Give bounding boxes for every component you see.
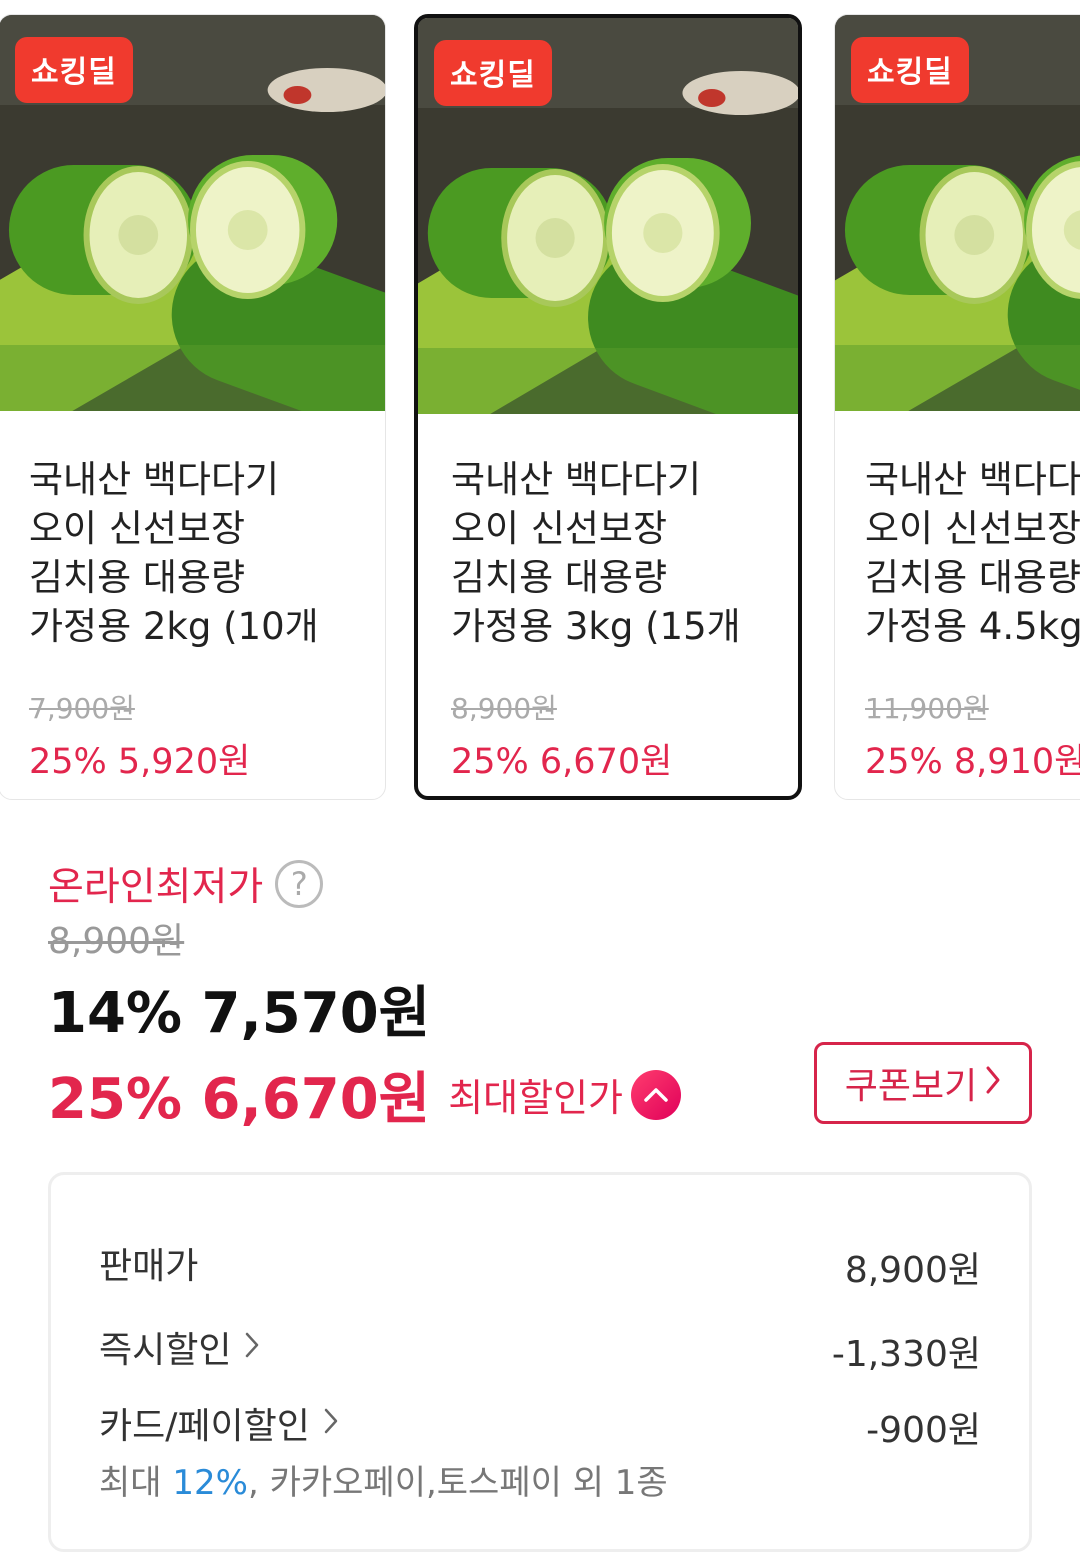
sale-price: 25% 5,920원 xyxy=(29,742,251,782)
instant-discount-value: -1,330원 xyxy=(831,1334,981,1375)
product-card-4-5kg[interactable]: 쇼킹딜 국내산 백다다기 오이 신선보장 김치용 대용량 가정용 4.5kg 1… xyxy=(834,14,1080,800)
original-price: 8,900원 xyxy=(48,921,185,962)
online-lowest-price-label: 온라인최저가 ? xyxy=(48,856,324,912)
product-card-3kg[interactable]: 쇼킹딜 국내산 백다다기 오이 신선보장 김치용 대용량 가정용 3kg (15… xyxy=(414,14,802,800)
card-discount-row[interactable]: 카드/페이할인 xyxy=(99,1397,338,1449)
product-title: 국내산 백다다기 오이 신선보장 김치용 대용량 가정용 4.5kg xyxy=(865,458,1080,648)
lowest-label-text: 온라인최저가 xyxy=(48,865,264,910)
max-discount-value: 25% 6,670원 xyxy=(48,1067,431,1132)
max-discount-price: 25% 6,670원 최대할인가 xyxy=(48,1054,682,1135)
card-discount-value: -900원 xyxy=(866,1410,981,1451)
product-title: 국내산 백다다기 오이 신선보장 김치용 대용량 가정용 3kg (15개 xyxy=(451,458,741,648)
original-price: 8,900원 xyxy=(451,692,557,725)
coupon-button-label: 쿠폰보기 xyxy=(844,1066,978,1107)
card-note-percent: 12% xyxy=(172,1463,248,1503)
current-price: 14% 7,570원 xyxy=(48,981,431,1046)
chevron-right-icon xyxy=(985,1063,1001,1104)
sale-price: 25% 8,910원 xyxy=(865,742,1080,782)
coupon-view-button[interactable]: 쿠폰보기 xyxy=(814,1042,1032,1124)
shocking-deal-badge: 쇼킹딜 xyxy=(851,37,969,103)
chevron-right-icon xyxy=(324,1403,338,1443)
card-discount-note: 최대 12%, 카카오페이,토스페이 외 1종 xyxy=(99,1455,668,1504)
sale-price-value: 8,900원 xyxy=(844,1250,981,1291)
instant-discount-label: 즉시할인 xyxy=(99,1330,232,1371)
card-note-suffix: , 카카오페이,토스페이 외 1종 xyxy=(247,1463,668,1503)
instant-discount-row[interactable]: 즉시할인 xyxy=(99,1321,259,1373)
card-discount-label: 카드/페이할인 xyxy=(99,1406,310,1447)
sale-price: 25% 6,670원 xyxy=(451,742,673,782)
chevron-up-icon[interactable] xyxy=(631,1069,682,1120)
question-circle-icon[interactable]: ? xyxy=(275,860,324,908)
original-price: 11,900원 xyxy=(865,692,989,725)
card-note-prefix: 최대 xyxy=(99,1463,173,1503)
product-card-2kg[interactable]: 쇼킹딜 국내산 백다다기 오이 신선보장 김치용 대용량 가정용 2kg (10… xyxy=(0,14,386,800)
max-discount-label: 최대할인가 xyxy=(448,1076,624,1120)
product-carousel[interactable]: 쇼킹딜 국내산 백다다기 오이 신선보장 김치용 대용량 가정용 2kg (10… xyxy=(0,0,1080,810)
price-breakdown-box: 판매가 8,900원 즉시할인 -1,330원 카드/페이할인 -900원 최대… xyxy=(48,1172,1032,1552)
shocking-deal-badge: 쇼킹딜 xyxy=(15,37,133,103)
product-title: 국내산 백다다기 오이 신선보장 김치용 대용량 가정용 2kg (10개 xyxy=(29,458,319,648)
original-price: 7,900원 xyxy=(29,692,135,725)
chevron-right-icon xyxy=(245,1327,259,1367)
shocking-deal-badge: 쇼킹딜 xyxy=(434,40,552,106)
sale-price-label: 판매가 xyxy=(99,1246,199,1287)
